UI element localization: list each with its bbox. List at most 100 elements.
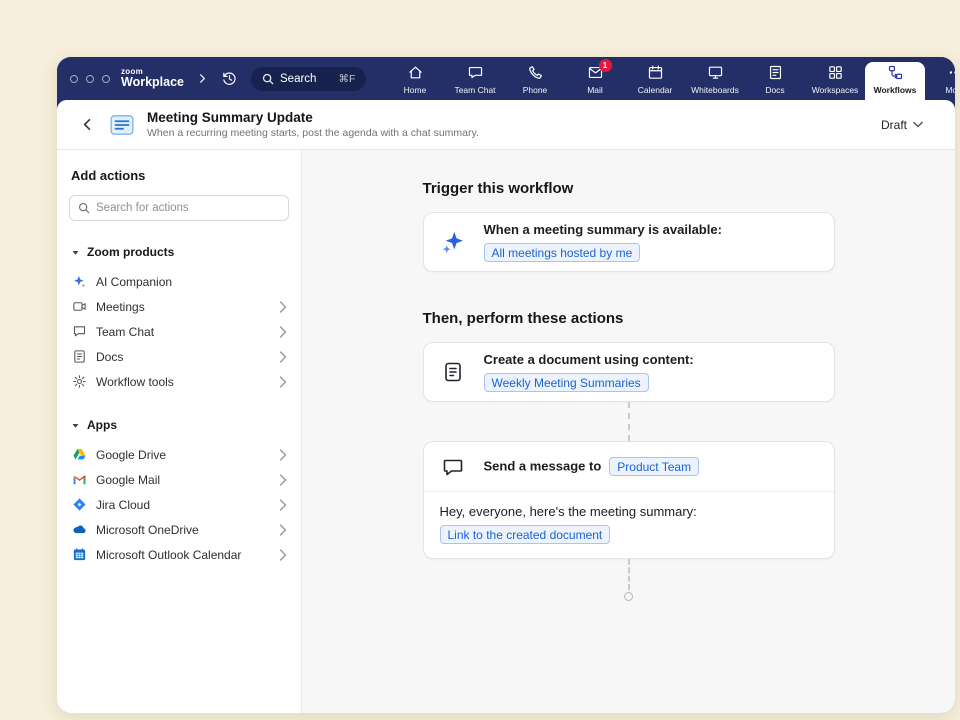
- chevron-right-icon: [279, 549, 287, 561]
- back-button[interactable]: [75, 113, 99, 137]
- actions-heading: Then, perform these actions: [423, 309, 835, 329]
- chevron-right-icon: [279, 351, 287, 363]
- sidebar-item-label: Microsoft OneDrive: [96, 523, 199, 537]
- history-icon[interactable]: [221, 70, 238, 87]
- end-connector-line: [628, 559, 630, 590]
- send-message-line: Send a message to Product Team: [484, 457, 700, 476]
- sidebar-item-jira-cloud[interactable]: Jira Cloud: [69, 492, 289, 517]
- draft-status-button[interactable]: Draft: [875, 114, 929, 136]
- chevron-right-icon: [279, 449, 287, 461]
- sidebar-item-label: Microsoft Outlook Calendar: [96, 548, 241, 562]
- draft-status-label: Draft: [881, 118, 907, 132]
- search-label: Search: [280, 73, 316, 85]
- collapse-chevron-icon[interactable]: [197, 73, 208, 84]
- workspaces-icon: [827, 64, 844, 81]
- sidebar-item-meetings[interactable]: Meetings: [69, 294, 289, 319]
- workflow-tools-icon: [71, 374, 87, 390]
- action-search-input[interactable]: [96, 202, 280, 214]
- send-message-text: Send a message to: [484, 459, 602, 474]
- trigger-scope-tag[interactable]: All meetings hosted by me: [484, 243, 641, 262]
- workflow-flow-column: Trigger this workflow When a meeting sum…: [423, 150, 835, 713]
- nav-item-calendar[interactable]: Calendar: [625, 57, 685, 100]
- google-mail-icon: [71, 472, 87, 488]
- primary-nav-tabs: Home Team Chat Phone 1 Mail Calendar: [385, 57, 955, 100]
- content-source-tag[interactable]: Weekly Meeting Summaries: [484, 373, 649, 392]
- nav-item-mail[interactable]: 1 Mail: [565, 57, 625, 100]
- search-icon: [78, 202, 90, 214]
- sidebar-item-label: Docs: [96, 350, 123, 364]
- caret-down-icon: [71, 421, 80, 430]
- chevron-right-icon: [279, 524, 287, 536]
- home-icon: [407, 64, 424, 81]
- ai-companion-icon: [71, 274, 87, 290]
- nav-item-phone[interactable]: Phone: [505, 57, 565, 100]
- nav-item-whiteboards[interactable]: Whiteboards: [685, 57, 745, 100]
- nav-item-more[interactable]: More: [925, 57, 955, 100]
- section-label: Zoom products: [87, 245, 174, 259]
- action-search-box: [69, 195, 289, 221]
- calendar-icon: [647, 64, 664, 81]
- trigger-card-content: When a meeting summary is available: All…: [484, 222, 722, 262]
- end-node-circle: [624, 592, 633, 601]
- window-minimize-button[interactable]: [86, 75, 94, 83]
- sidebar-item-label: Meetings: [96, 300, 145, 314]
- sidebar-item-label: Jira Cloud: [96, 498, 150, 512]
- chevron-left-icon: [80, 117, 95, 132]
- sidebar-item-label: Workflow tools: [96, 375, 174, 389]
- mail-unread-badge: 1: [599, 59, 612, 72]
- message-text: Hey, everyone, here's the meeting summar…: [440, 504, 818, 519]
- page-subtitle: When a recurring meeting starts, post th…: [147, 127, 479, 139]
- sidebar-item-team-chat[interactable]: Team Chat: [69, 319, 289, 344]
- create-doc-content: Create a document using content: Weekly …: [484, 352, 694, 392]
- zoom-workplace-logo: zoom Workplace: [121, 68, 184, 90]
- sidebar-item-microsoft-onedrive[interactable]: Microsoft OneDrive: [69, 517, 289, 542]
- workflow-page-header: Meeting Summary Update When a recurring …: [57, 100, 955, 150]
- sidebar-item-google-drive[interactable]: Google Drive: [69, 442, 289, 467]
- recipient-tag[interactable]: Product Team: [609, 457, 699, 476]
- sidebar-item-label: AI Companion: [96, 275, 172, 289]
- trigger-heading: Trigger this workflow: [423, 179, 835, 199]
- caret-down-icon: [71, 248, 80, 257]
- sidebar-item-google-mail[interactable]: Google Mail: [69, 467, 289, 492]
- sidebar-item-docs[interactable]: Docs: [69, 344, 289, 369]
- logo-bottom-text: Workplace: [121, 76, 184, 89]
- nav-item-docs[interactable]: Docs: [745, 57, 805, 100]
- app-window: zoom Workplace Search ⌘F Home Team Chat: [57, 57, 955, 713]
- sidebar-item-label: Team Chat: [96, 325, 154, 339]
- action-card-send-message[interactable]: Send a message to Product Team Hey, every…: [423, 441, 835, 559]
- nav-item-home[interactable]: Home: [385, 57, 445, 100]
- team-chat-icon: [467, 64, 484, 81]
- trigger-card[interactable]: When a meeting summary is available: All…: [423, 212, 835, 272]
- window-zoom-button[interactable]: [102, 75, 110, 83]
- section-apps[interactable]: Apps: [71, 418, 287, 432]
- search-icon: [262, 73, 274, 85]
- meetings-icon: [71, 299, 87, 315]
- search-shortcut: ⌘F: [338, 73, 355, 85]
- document-link-tag[interactable]: Link to the created document: [440, 525, 611, 544]
- global-search[interactable]: Search ⌘F: [251, 67, 366, 91]
- whiteboards-icon: [707, 64, 724, 81]
- workflow-body: Add actions Zoom products AI Companion: [57, 150, 955, 713]
- chevron-down-icon: [913, 121, 923, 128]
- window-close-button[interactable]: [70, 75, 78, 83]
- team-chat-icon: [71, 324, 87, 340]
- trigger-text: When a meeting summary is available:: [484, 222, 722, 237]
- create-doc-text: Create a document using content:: [484, 352, 694, 367]
- send-message-row[interactable]: Send a message to Product Team: [424, 442, 834, 491]
- jira-cloud-icon: [71, 497, 87, 513]
- action-card-create-document[interactable]: Create a document using content: Weekly …: [423, 342, 835, 402]
- outlook-calendar-icon: [71, 547, 87, 563]
- sidebar-item-workflow-tools[interactable]: Workflow tools: [69, 369, 289, 394]
- sidebar-item-ai-companion[interactable]: AI Companion: [69, 269, 289, 294]
- top-navigation-bar: zoom Workplace Search ⌘F Home Team Chat: [57, 57, 955, 100]
- docs-icon: [767, 64, 784, 81]
- workflow-canvas: Trigger this workflow When a meeting sum…: [302, 150, 955, 713]
- nav-item-workspaces[interactable]: Workspaces: [805, 57, 865, 100]
- message-body[interactable]: Hey, everyone, here's the meeting summar…: [424, 492, 834, 558]
- workflows-icon: [887, 64, 904, 81]
- nav-item-team-chat[interactable]: Team Chat: [445, 57, 505, 100]
- actions-sidebar: Add actions Zoom products AI Companion: [57, 150, 302, 713]
- section-zoom-products[interactable]: Zoom products: [71, 245, 287, 259]
- nav-item-workflows[interactable]: Workflows: [865, 62, 925, 100]
- sidebar-item-microsoft-outlook-calendar[interactable]: Microsoft Outlook Calendar: [69, 542, 289, 567]
